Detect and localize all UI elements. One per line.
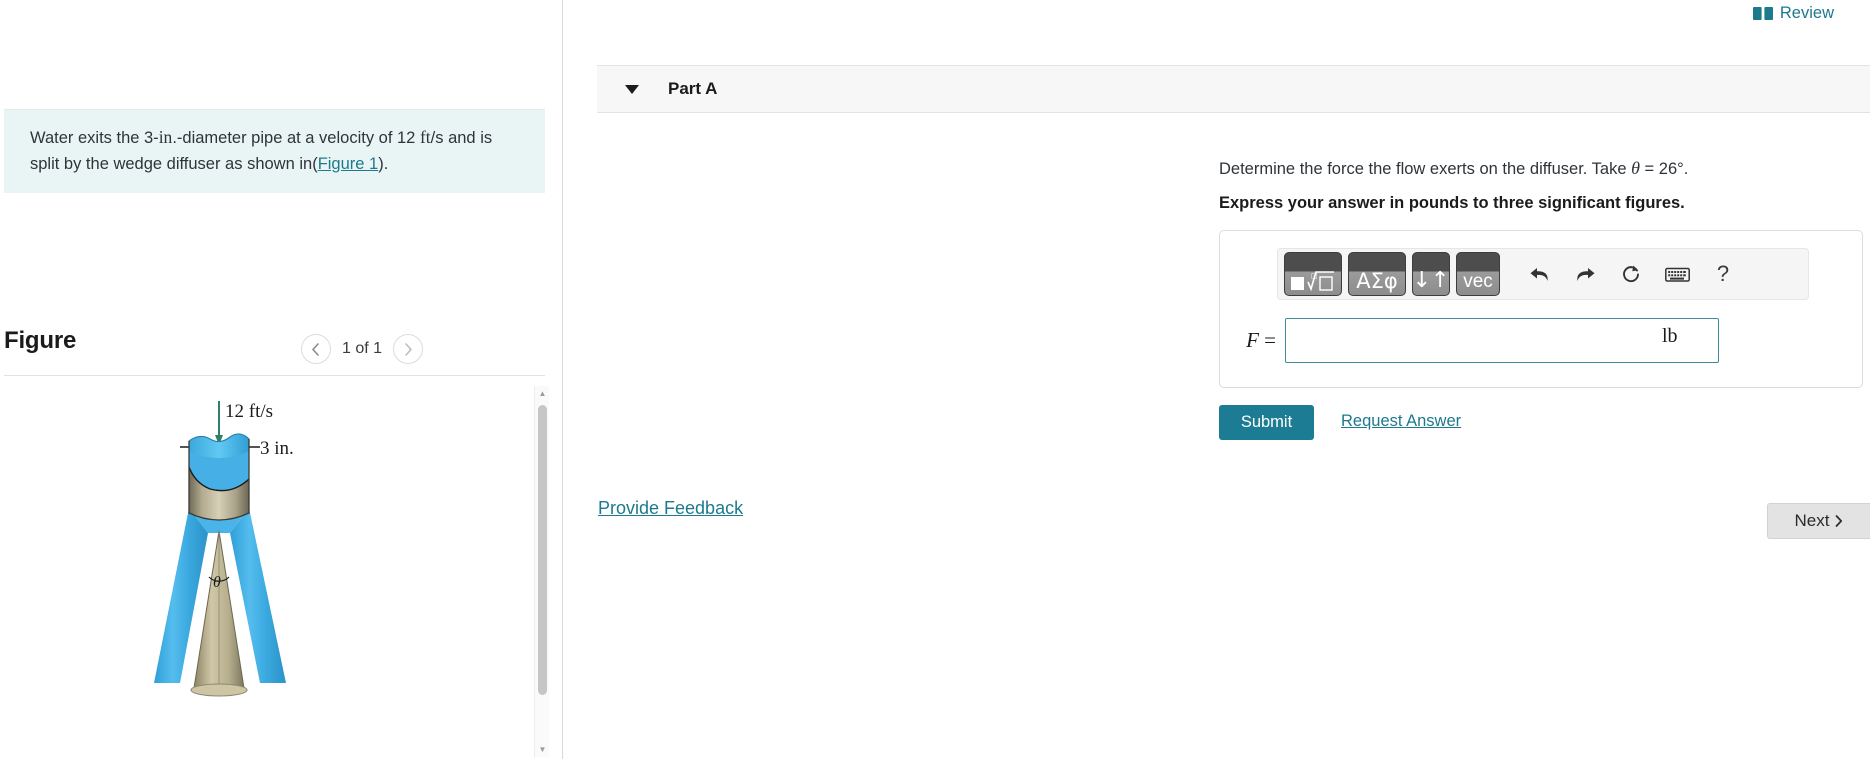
problem-statement: Water exits the 3-in.-diameter pipe at a… [4, 109, 545, 193]
svg-text:3 in.: 3 in. [260, 438, 294, 459]
scroll-down-arrow-icon[interactable]: ▼ [535, 742, 550, 757]
unit-inches: in [158, 127, 173, 147]
chevron-left-icon [312, 342, 320, 356]
right-pane: Review Part A Determine the force the fl… [564, 0, 1870, 759]
request-answer-link[interactable]: Request Answer [1341, 412, 1461, 431]
arrows-button[interactable]: ↓↑ [1412, 252, 1450, 296]
question-text: Determine the force the flow exerts on t… [1219, 158, 1688, 179]
diffuser-diagram: 12 ft/s 3 in. θ [154, 401, 294, 697]
undo-icon[interactable] [1526, 259, 1552, 289]
problem-text-4: ). [378, 155, 389, 173]
template-sqrt-button[interactable]: □ [1284, 252, 1342, 296]
keyboard-icon[interactable] [1664, 259, 1690, 289]
vector-button[interactable]: vec [1456, 252, 1500, 296]
svg-text:12 ft/s: 12 ft/s [225, 401, 273, 422]
scrollbar-thumb[interactable] [538, 405, 547, 695]
left-pane: Water exits the 3-in.-diameter pipe at a… [0, 0, 563, 759]
part-a-header[interactable]: Part A [597, 65, 1870, 113]
next-button[interactable]: Next [1767, 503, 1870, 539]
part-a-label: Part A [668, 79, 718, 98]
review-link[interactable]: Review [1752, 4, 1834, 23]
help-icon[interactable]: ? [1710, 259, 1736, 289]
chevron-right-icon [404, 342, 412, 356]
review-label: Review [1779, 4, 1834, 22]
svg-text:□: □ [1311, 272, 1318, 280]
sqrt-template-icon: □ [1291, 271, 1334, 292]
figure-divider [4, 375, 545, 376]
figure-header: Figure 1 of 1 [4, 327, 545, 375]
unit-feet: ft [419, 127, 431, 147]
figure-nav: 1 of 1 [300, 334, 423, 364]
instruction-text: Express your answer in pounds to three s… [1219, 194, 1685, 212]
theta-symbol: θ [1631, 158, 1640, 178]
figure-prev-button[interactable] [300, 334, 331, 364]
figure-next-button[interactable] [393, 334, 423, 364]
greek-symbols-button[interactable]: ΑΣφ [1348, 252, 1406, 296]
answer-input[interactable] [1285, 317, 1719, 363]
variable-label: F = [1246, 327, 1276, 352]
question-pre: Determine the force the flow exerts on t… [1219, 160, 1632, 178]
chevron-right-icon [1836, 515, 1843, 527]
answer-row: F = [1220, 316, 1862, 364]
figure-counter: 1 of 1 [341, 340, 382, 357]
figure-title: Figure [4, 327, 77, 354]
unit-label: lb [1662, 325, 1678, 347]
submit-button[interactable]: Submit [1219, 405, 1314, 440]
figure-scrollbar[interactable]: ▲ ▼ [534, 386, 549, 757]
svg-text:θ: θ [213, 574, 221, 591]
problem-text-1: Water exits the 3- [30, 129, 159, 147]
book-icon [1752, 7, 1773, 20]
page-root: Water exits the 3-in.-diameter pipe at a… [0, 0, 1870, 759]
reset-icon[interactable] [1618, 259, 1644, 289]
next-label: Next [1794, 511, 1830, 530]
caret-down-icon[interactable] [625, 84, 639, 94]
figure-link[interactable]: Figure 1 [318, 155, 379, 173]
math-toolbar: □ ΑΣφ ↓↑ vec ? [1277, 248, 1809, 300]
redo-icon[interactable] [1572, 259, 1598, 289]
figure-viewport: 12 ft/s 3 in. θ [4, 383, 545, 759]
scroll-up-arrow-icon[interactable]: ▲ [535, 386, 550, 401]
answer-box: □ ΑΣφ ↓↑ vec ? F = [1219, 230, 1863, 388]
provide-feedback-link[interactable]: Provide Feedback [598, 498, 743, 519]
problem-text-2: .-diameter pipe at a velocity of 12 [172, 129, 420, 147]
question-post: = 26°. [1639, 160, 1689, 178]
